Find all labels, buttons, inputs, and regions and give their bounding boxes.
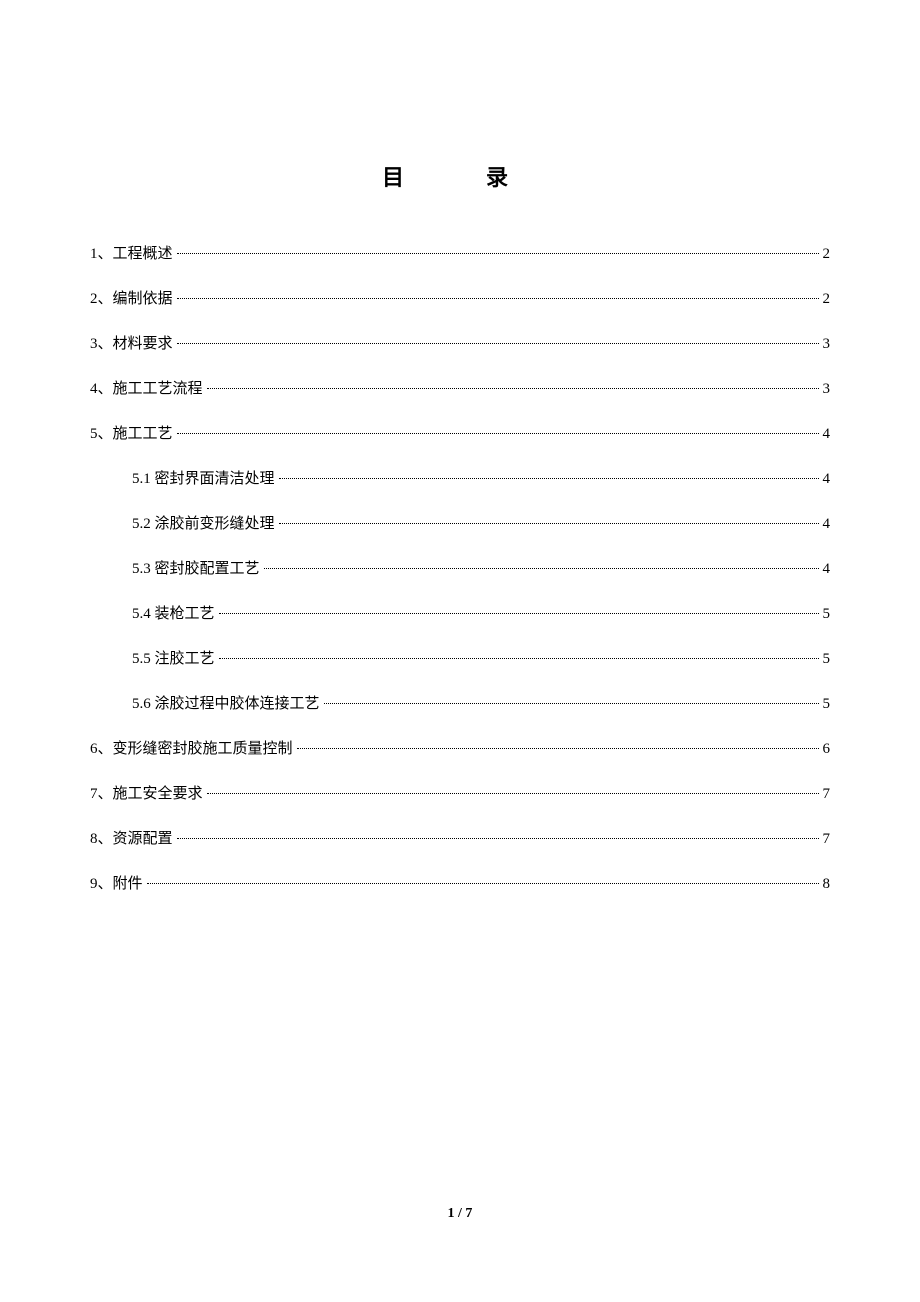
toc-leader-dots — [219, 658, 819, 659]
toc-page-number: 8 — [823, 876, 831, 893]
toc-leader-dots — [177, 343, 819, 344]
toc-label: 6、变形缝密封胶施工质量控制 — [90, 737, 293, 758]
toc-page-number: 2 — [823, 291, 831, 308]
toc-label: 4、施工工艺流程 — [90, 377, 203, 398]
toc-label: 5、施工工艺 — [90, 422, 173, 443]
toc-leader-dots — [279, 523, 819, 524]
toc-page-number: 4 — [823, 471, 831, 488]
page-footer: 1 / 7 — [0, 1206, 920, 1222]
toc-label: 5.5 注胶工艺 — [132, 647, 215, 668]
toc-page-number: 3 — [823, 336, 831, 353]
toc-sub-entry: 5.3 密封胶配置工艺 4 — [90, 557, 830, 578]
toc-page-number: 5 — [823, 651, 831, 668]
toc-label: 5.1 密封界面清洁处理 — [132, 467, 275, 488]
toc-label: 5.6 涂胶过程中胶体连接工艺 — [132, 692, 320, 713]
toc-page-number: 4 — [823, 426, 831, 443]
toc-sub-entry: 5.2 涂胶前变形缝处理 4 — [90, 512, 830, 533]
toc-label: 5.2 涂胶前变形缝处理 — [132, 512, 275, 533]
toc-entry: 7、施工安全要求 7 — [90, 782, 830, 803]
toc-entry: 9、附件 8 — [90, 872, 830, 893]
toc-leader-dots — [207, 793, 819, 794]
toc-entry: 6、变形缝密封胶施工质量控制 6 — [90, 737, 830, 758]
toc-leader-dots — [177, 838, 819, 839]
toc-entry: 5、施工工艺 4 — [90, 422, 830, 443]
toc-leader-dots — [297, 748, 819, 749]
toc-leader-dots — [264, 568, 819, 569]
toc-leader-dots — [207, 388, 819, 389]
toc-leader-dots — [324, 703, 819, 704]
toc-page-number: 3 — [823, 381, 831, 398]
toc-label: 7、施工安全要求 — [90, 782, 203, 803]
toc-sub-entry: 5.6 涂胶过程中胶体连接工艺 5 — [90, 692, 830, 713]
toc-page-number: 5 — [823, 606, 831, 623]
toc-label: 5.4 装枪工艺 — [132, 602, 215, 623]
document-title: 目 录 — [90, 160, 830, 192]
toc-label: 2、编制依据 — [90, 287, 173, 308]
toc-sub-entry: 5.5 注胶工艺 5 — [90, 647, 830, 668]
toc-entry: 1、工程概述 2 — [90, 242, 830, 263]
toc-sub-entry: 5.1 密封界面清洁处理 4 — [90, 467, 830, 488]
toc-page-number: 4 — [823, 516, 831, 533]
table-of-contents: 1、工程概述 2 2、编制依据 2 3、材料要求 3 4、施工工艺流程 3 5、… — [90, 242, 830, 893]
toc-leader-dots — [219, 613, 819, 614]
toc-entry: 2、编制依据 2 — [90, 287, 830, 308]
toc-page-number: 4 — [823, 561, 831, 578]
toc-label: 5.3 密封胶配置工艺 — [132, 557, 260, 578]
toc-leader-dots — [279, 478, 819, 479]
toc-leader-dots — [177, 433, 819, 434]
toc-label: 8、资源配置 — [90, 827, 173, 848]
toc-page-number: 2 — [823, 246, 831, 263]
toc-page-number: 6 — [823, 741, 831, 758]
toc-entry: 4、施工工艺流程 3 — [90, 377, 830, 398]
toc-page-number: 7 — [823, 831, 831, 848]
toc-page-number: 7 — [823, 786, 831, 803]
toc-entry: 8、资源配置 7 — [90, 827, 830, 848]
toc-leader-dots — [177, 298, 819, 299]
toc-entry: 3、材料要求 3 — [90, 332, 830, 353]
toc-label: 3、材料要求 — [90, 332, 173, 353]
toc-leader-dots — [147, 883, 819, 884]
toc-sub-entry: 5.4 装枪工艺 5 — [90, 602, 830, 623]
toc-label: 9、附件 — [90, 872, 143, 893]
toc-label: 1、工程概述 — [90, 242, 173, 263]
toc-page-number: 5 — [823, 696, 831, 713]
toc-leader-dots — [177, 253, 819, 254]
